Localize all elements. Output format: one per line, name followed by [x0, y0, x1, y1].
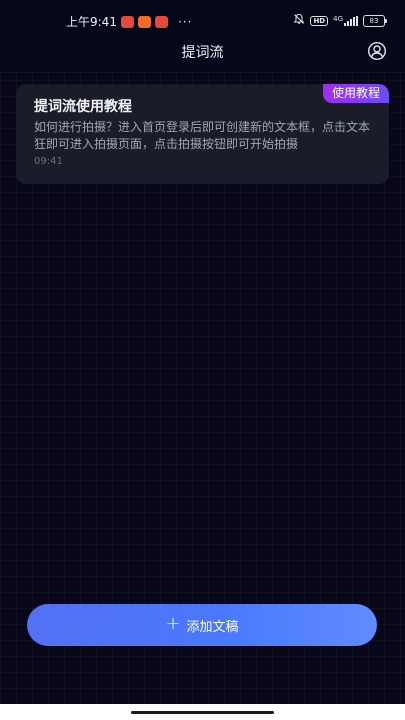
script-time: 09:41	[34, 156, 63, 167]
script-title: 提词流使用教程	[34, 99, 132, 115]
status-bar-right: HD 4G 83	[293, 13, 387, 28]
add-script-label: 添加文稿	[186, 619, 239, 635]
user-icon	[367, 41, 387, 61]
profile-button[interactable]	[367, 41, 387, 61]
battery-icon: 83	[363, 14, 387, 27]
tutorial-badge: 使用教程	[322, 84, 389, 103]
status-bar-left: 上午9:41 ···	[66, 13, 192, 30]
page-title: 提词流	[181, 45, 224, 61]
status-time: 上午9:41	[66, 15, 117, 29]
more-notifications-icon: ···	[177, 14, 193, 29]
pink-app-icon	[154, 15, 168, 28]
battery-level: 83	[369, 16, 379, 25]
navigation-bar	[0, 704, 405, 720]
hd-badge: HD	[310, 15, 329, 26]
red-app-icon	[120, 15, 134, 28]
status-bar: 上午9:41 ··· HD 4G 83	[0, 0, 405, 40]
header: 提词流	[0, 40, 405, 73]
signal-icon: 4G	[333, 14, 358, 26]
orange-app-icon	[137, 15, 151, 28]
home-indicator[interactable]	[131, 711, 274, 714]
script-description: 如何进行拍摄？进入首页登录后即可创建新的文本框，点击文本狂即可进入拍摄页面，点击…	[34, 120, 371, 151]
mute-icon	[293, 13, 305, 28]
add-script-button[interactable]: + 添加文稿	[27, 604, 377, 646]
plus-icon: +	[165, 613, 181, 634]
app-screen: 上午9:41 ··· HD 4G 83 提词流 使用教程 提词流使用教程 如何进…	[0, 0, 405, 720]
network-label: 4G	[333, 14, 343, 23]
script-card[interactable]: 使用教程 提词流使用教程 如何进行拍摄？进入首页登录后即可创建新的文本框，点击文…	[16, 84, 389, 184]
